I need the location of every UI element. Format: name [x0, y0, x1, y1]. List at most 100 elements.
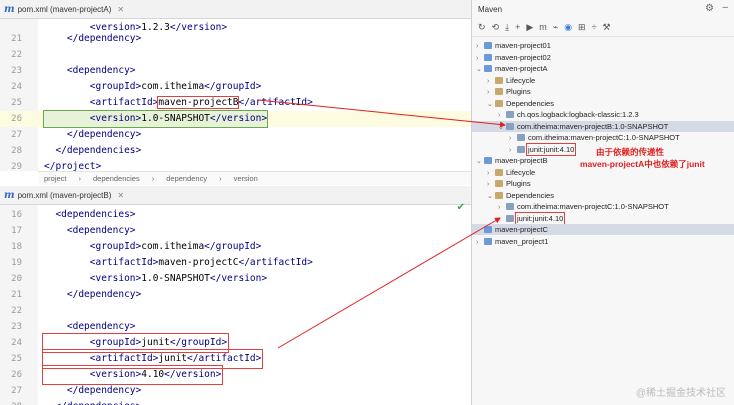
show-dependencies-icon[interactable]: ⊞	[578, 22, 586, 33]
download-icon[interactable]: ⤓	[505, 22, 509, 33]
breadcrumb-item[interactable]: version	[234, 174, 258, 183]
chevron-right-icon[interactable]: ›	[476, 237, 484, 248]
line-number: 24	[11, 338, 22, 348]
generate-sources-icon[interactable]: ⟲	[492, 22, 500, 33]
code-line: 23 <dependency>	[0, 319, 471, 335]
code-line: 21 </dependency>	[0, 31, 471, 47]
tree-item-label: Plugins	[506, 179, 531, 188]
line-number: 21	[11, 290, 22, 300]
tree-item[interactable]: maven-projectC	[472, 224, 734, 235]
breadcrumb-separator: ›	[219, 174, 222, 183]
code-line: 16 <dependencies>	[0, 207, 471, 223]
tree-item[interactable]: › Lifecycle	[472, 75, 734, 86]
skip-tests-icon[interactable]: ◉	[564, 22, 572, 33]
line-number: 27	[11, 386, 22, 396]
maven-toolbar: ↻ ⟲ ⤓ + ▶ m ⌁ ◉ ⊞ ÷ ⚒	[472, 18, 734, 37]
tree-item[interactable]: ⌄ com.itheima:maven-projectB:1.0-SNAPSHOT	[472, 120, 734, 133]
breadcrumb-item[interactable]: dependency	[166, 174, 207, 183]
library-icon	[506, 122, 514, 130]
tree-item[interactable]: › Plugins	[472, 178, 734, 189]
tree-item[interactable]: › com.itheima:maven-projectC:1.0-SNAPSHOT	[472, 201, 734, 212]
breadcrumb-item[interactable]: dependencies	[93, 174, 140, 183]
line-number: 18	[11, 242, 22, 252]
library-icon	[506, 111, 514, 118]
code-text: <artifactId>maven-projectC</artifactId>	[89, 257, 313, 268]
code-line: 18 <groupId>com.itheima</groupId>	[0, 239, 471, 255]
folder-icon	[495, 180, 503, 187]
maven-project-icon	[484, 53, 492, 61]
code-area[interactable]: 16 <dependencies> 17 <dependency> 18 <grou…	[0, 205, 471, 405]
tab-pom-projectB[interactable]: m pom.xml (maven-projectB) ✕	[4, 186, 124, 204]
library-icon	[506, 203, 514, 210]
tree-item[interactable]: › ch.qos.logback:logback-classic:1.2.3	[472, 109, 734, 120]
line-number: 26	[11, 370, 22, 380]
chevron-right-icon[interactable]: ›	[476, 41, 484, 52]
chevron-down-icon[interactable]: ⌄	[476, 64, 484, 75]
code-line: 22	[0, 47, 471, 63]
add-icon[interactable]: +	[515, 22, 520, 32]
gear-icon[interactable]: ⚙	[705, 3, 714, 14]
tree-item[interactable]: ⌄ maven-projectA	[472, 63, 734, 74]
code-area[interactable]: <version>1.2.3</version> 21 </dependency>…	[0, 19, 471, 172]
reload-icon[interactable]: ↻	[478, 22, 486, 33]
maven-project-icon	[484, 237, 492, 245]
code-text: <groupId>junit</groupId>	[41, 333, 230, 353]
chevron-down-icon[interactable]: ⌄	[487, 99, 495, 110]
maven-project-icon	[484, 65, 492, 72]
tree-item-label: maven-project01	[495, 41, 551, 50]
chevron-right-icon[interactable]: ›	[498, 214, 506, 225]
tree-item[interactable]: › maven-project02	[472, 52, 734, 63]
tree-item-label: com.itheima:maven-projectC:1.0-SNAPSHOT	[517, 202, 669, 211]
code-line: 27 </dependency>	[0, 383, 471, 399]
code-line: 24 <groupId>com.itheima</groupId>	[0, 79, 471, 95]
chevron-down-icon[interactable]: ⌄	[498, 122, 506, 133]
minimize-icon[interactable]: –	[722, 2, 728, 13]
line-number: 28	[11, 146, 22, 156]
maven-project-icon	[484, 42, 492, 49]
run-icon[interactable]: ▶	[526, 22, 533, 33]
tree-item[interactable]: › maven_project1	[472, 236, 734, 247]
maven-goal-icon[interactable]: m	[539, 22, 547, 32]
annotation-line1: 由于依赖的传递性	[596, 147, 665, 157]
code-line: 28 </dependencies>	[0, 399, 471, 405]
code-text: </dependency>	[66, 129, 142, 140]
close-icon[interactable]: ✕	[117, 191, 124, 200]
tree-item[interactable]: › junit:junit:4.10	[472, 211, 734, 225]
tree-item-label: com.itheima:maven-projectC:1.0-SNAPSHOT	[528, 133, 680, 142]
chevron-down-icon[interactable]: ⌄	[487, 191, 495, 202]
tree-item[interactable]: › Plugins	[472, 86, 734, 97]
folder-icon	[495, 191, 503, 199]
watermark: @稀土掘金技术社区	[635, 388, 726, 399]
chevron-right-icon[interactable]: ›	[487, 179, 495, 190]
chevron-right-icon[interactable]: ›	[498, 110, 506, 121]
breadcrumb-separator: ›	[78, 174, 82, 183]
code-text: <dependency>	[66, 321, 136, 332]
line-number: 20	[11, 274, 22, 284]
toggle-offline-icon[interactable]: ⌁	[553, 22, 558, 33]
collapse-all-icon[interactable]: ÷	[592, 22, 597, 32]
editor-projectB: m pom.xml (maven-projectB) ✕ 16 <depende…	[0, 186, 471, 405]
tree-item[interactable]: ⌄ Dependencies	[472, 98, 734, 109]
chevron-right-icon[interactable]: ›	[476, 53, 484, 64]
breadcrumb-separator: ›	[151, 174, 155, 183]
maven-file-icon: m	[4, 3, 15, 15]
chevron-right-icon[interactable]: ›	[487, 87, 495, 98]
close-icon[interactable]: ✕	[117, 5, 124, 14]
chevron-right-icon[interactable]: ›	[487, 76, 495, 87]
tree-item[interactable]: ⌄ Dependencies	[472, 190, 734, 201]
tree-item[interactable]: › com.itheima:maven-projectC:1.0-SNAPSHOT	[472, 132, 734, 143]
annotation-line2: maven-projectA中也依赖了junit	[580, 159, 705, 169]
tab-pom-projectA[interactable]: m pom.xml (maven-projectA) ✕	[4, 0, 124, 18]
settings-wrench-icon[interactable]: ⚒	[603, 22, 611, 33]
folder-icon	[495, 76, 503, 84]
maven-tool-window: Maven ⚙ – ↻ ⟲ ⤓ + ▶ m ⌁ ◉ ⊞ ÷ ⚒ › maven-p…	[472, 0, 734, 405]
chevron-right-icon[interactable]: ›	[498, 202, 506, 213]
tab-label: pom.xml (maven-projectB)	[17, 190, 112, 200]
chevron-right-icon[interactable]: ›	[509, 145, 517, 156]
tree-item[interactable]: › maven-project01	[472, 40, 734, 51]
breadcrumb-item[interactable]: project	[44, 174, 67, 183]
chevron-right-icon[interactable]: ›	[509, 133, 517, 144]
chevron-down-icon[interactable]: ⌄	[476, 156, 484, 167]
chevron-right-icon[interactable]: ›	[487, 168, 495, 179]
code-line: 22	[0, 303, 471, 319]
